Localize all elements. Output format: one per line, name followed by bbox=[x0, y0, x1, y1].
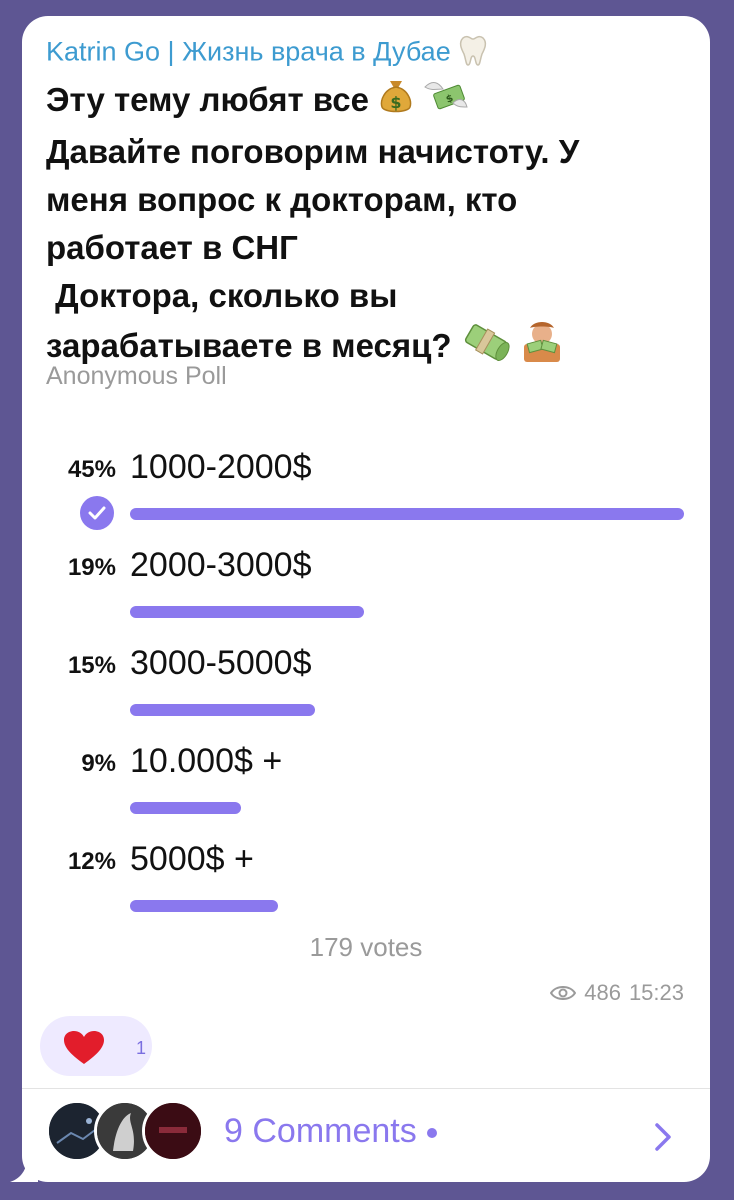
comments-button[interactable]: 9 Comments bbox=[224, 1112, 437, 1151]
reaction-count: 1 bbox=[136, 1038, 147, 1058]
poll-option-bar bbox=[130, 606, 364, 618]
votes-count[interactable]: 179 votes bbox=[22, 932, 710, 963]
poll-option[interactable]: 45% 1000-2000$ bbox=[22, 448, 710, 546]
poll-option[interactable]: 15% 3000-5000$ bbox=[22, 644, 710, 742]
message-time: 15:23 bbox=[628, 980, 684, 1005]
poll-option-percent: 45% bbox=[67, 456, 116, 483]
poll-option-percent: 9% bbox=[81, 750, 116, 777]
message-line: работает в СНГ bbox=[46, 228, 298, 266]
poll-option-label: 3000-5000$ bbox=[130, 644, 312, 682]
heart-icon bbox=[64, 1031, 104, 1064]
channel-name[interactable]: Katrin Go | Жизнь врача в Дубае bbox=[46, 34, 488, 73]
message-text: Эту тему любят все $ $ Давайте поговорим… bbox=[46, 76, 666, 377]
svg-text:$: $ bbox=[391, 93, 402, 112]
poll-option[interactable]: 9% 10.000$ + bbox=[22, 742, 710, 840]
poll-option-label: 1000-2000$ bbox=[130, 448, 312, 486]
message-bubble: Katrin Go | Жизнь врача в Дубае Эту тему… bbox=[22, 16, 710, 1182]
poll-type-label: Anonymous Poll bbox=[46, 362, 227, 390]
heart-reaction[interactable]: 1 bbox=[40, 1016, 152, 1076]
poll-option[interactable]: 19% 2000-3000$ bbox=[22, 546, 710, 644]
poll-option-bar bbox=[130, 802, 241, 814]
money-roll-emoji bbox=[461, 320, 511, 377]
poll-option[interactable]: 12% 5000$ + bbox=[22, 840, 710, 938]
money-hands-emoji bbox=[520, 320, 564, 377]
views-count: 486 bbox=[584, 980, 621, 1005]
bubble-tail bbox=[10, 1152, 38, 1182]
chevron-right-icon[interactable] bbox=[652, 1120, 674, 1154]
poll-option-percent: 12% bbox=[67, 848, 116, 875]
message-line: меня вопрос к докторам, кто bbox=[46, 180, 518, 218]
poll-option-bar bbox=[130, 900, 278, 912]
message-line: Эту тему любят все $ $ bbox=[46, 76, 666, 128]
comments-label: 9 Comments bbox=[224, 1112, 417, 1150]
divider bbox=[22, 1088, 710, 1089]
unread-dot bbox=[426, 1128, 437, 1139]
poll-option-label: 10.000$ + bbox=[130, 742, 283, 780]
poll-option-percent: 19% bbox=[67, 554, 116, 581]
message-meta: 486 15:23 bbox=[550, 980, 684, 1006]
poll-option-bar bbox=[130, 704, 315, 716]
tooth-emoji bbox=[458, 34, 488, 73]
avatar[interactable] bbox=[142, 1100, 204, 1162]
message-line: Доктора, сколько вы bbox=[46, 276, 398, 314]
poll-option-percent: 15% bbox=[67, 652, 116, 679]
eye-icon bbox=[550, 986, 577, 1000]
poll-option-bar bbox=[130, 508, 684, 520]
money-bag-emoji: $ bbox=[378, 77, 414, 128]
poll-option-label: 5000$ + bbox=[130, 840, 254, 878]
poll-option-label: 2000-3000$ bbox=[130, 546, 312, 584]
chosen-check-icon bbox=[80, 496, 114, 530]
money-wings-emoji: $ bbox=[423, 77, 469, 128]
message-line: Давайте поговорим начистоту. У bbox=[46, 132, 580, 170]
